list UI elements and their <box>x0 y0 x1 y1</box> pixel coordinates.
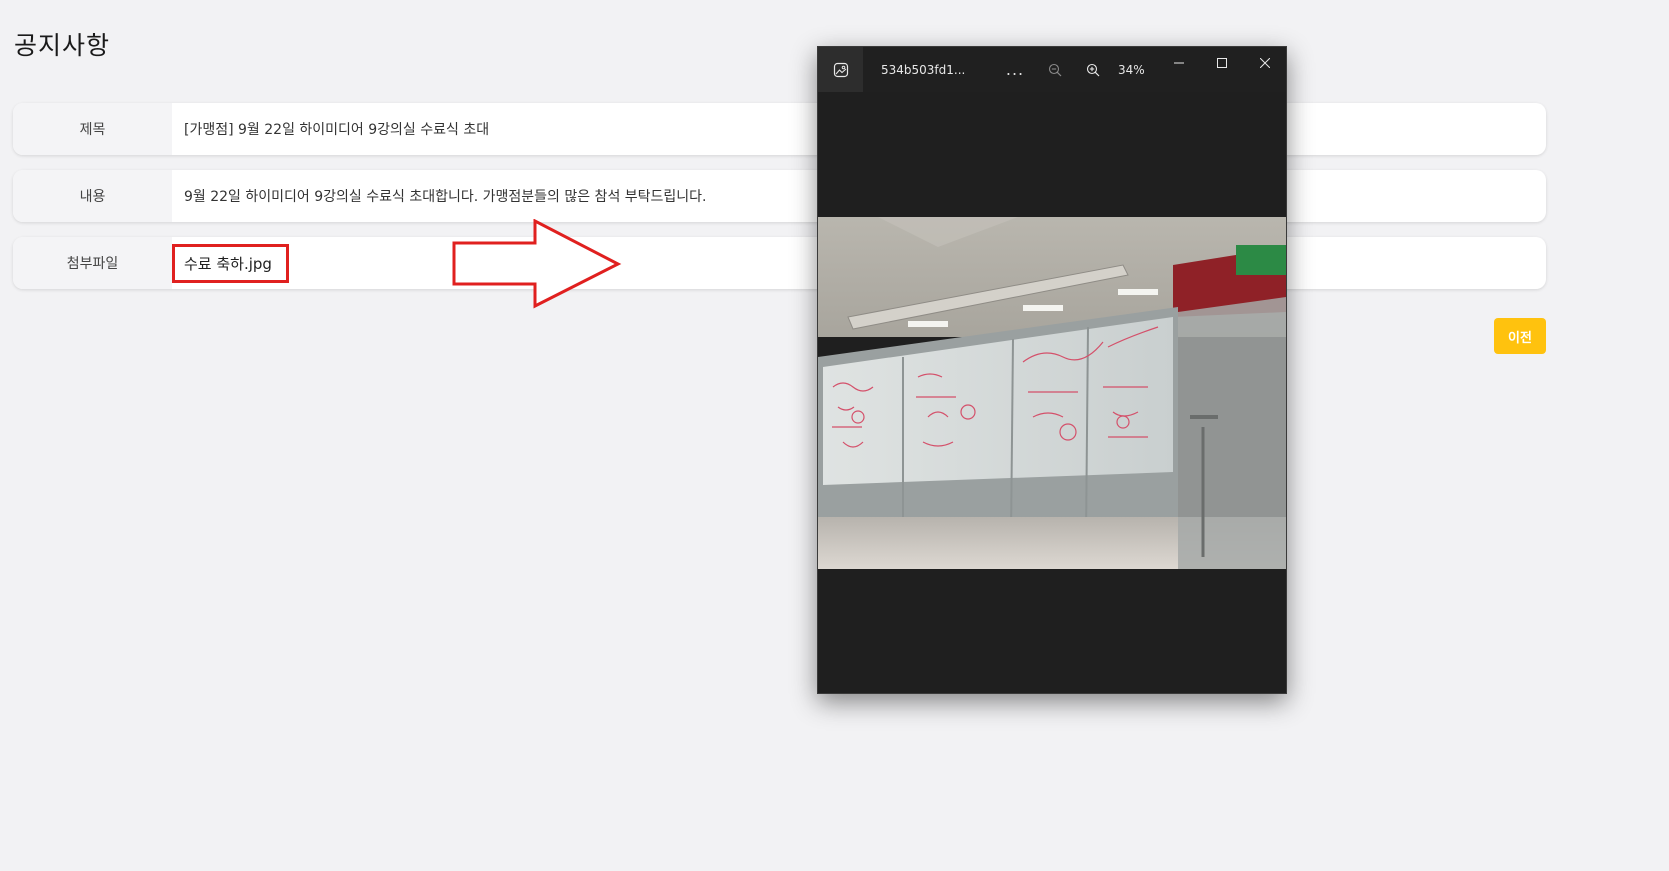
more-options-button[interactable]: ... <box>998 47 1032 92</box>
zoom-out-icon[interactable] <box>1038 47 1072 92</box>
content-label: 내용 <box>13 170 172 222</box>
title-label: 제목 <box>13 103 172 155</box>
attachment-file-link[interactable]: 수료 축하.jpg <box>172 243 289 283</box>
minimize-icon[interactable] <box>1157 47 1200 79</box>
annotation-arrow-icon <box>452 219 622 309</box>
photo-viewer-window: 534b503fd1... ... 34% <box>817 46 1287 694</box>
image-icon <box>818 47 863 92</box>
prev-button[interactable]: 이전 <box>1494 318 1546 354</box>
close-icon[interactable] <box>1243 47 1286 79</box>
zoom-level: 34% <box>1118 62 1145 77</box>
notice-row-title: 제목 [가맹점] 9월 22일 하이미디어 9강의실 수료식 초대 <box>13 103 1546 155</box>
zoom-in-icon[interactable] <box>1076 47 1110 92</box>
attachment-label: 첨부파일 <box>13 237 172 289</box>
viewer-photo <box>818 217 1286 569</box>
notice-row-attachment: 첨부파일 수료 축하.jpg <box>13 237 1546 289</box>
viewer-filename: 534b503fd1... <box>881 62 966 77</box>
maximize-icon[interactable] <box>1200 47 1243 79</box>
notice-detail-table: 제목 [가맹점] 9월 22일 하이미디어 9강의실 수료식 초대 내용 9월 … <box>13 103 1546 304</box>
window-controls <box>1157 47 1286 79</box>
notice-row-content: 내용 9월 22일 하이미디어 9강의실 수료식 초대합니다. 가맹점분들의 많… <box>13 170 1546 222</box>
page-title: 공지사항 <box>14 31 111 60</box>
